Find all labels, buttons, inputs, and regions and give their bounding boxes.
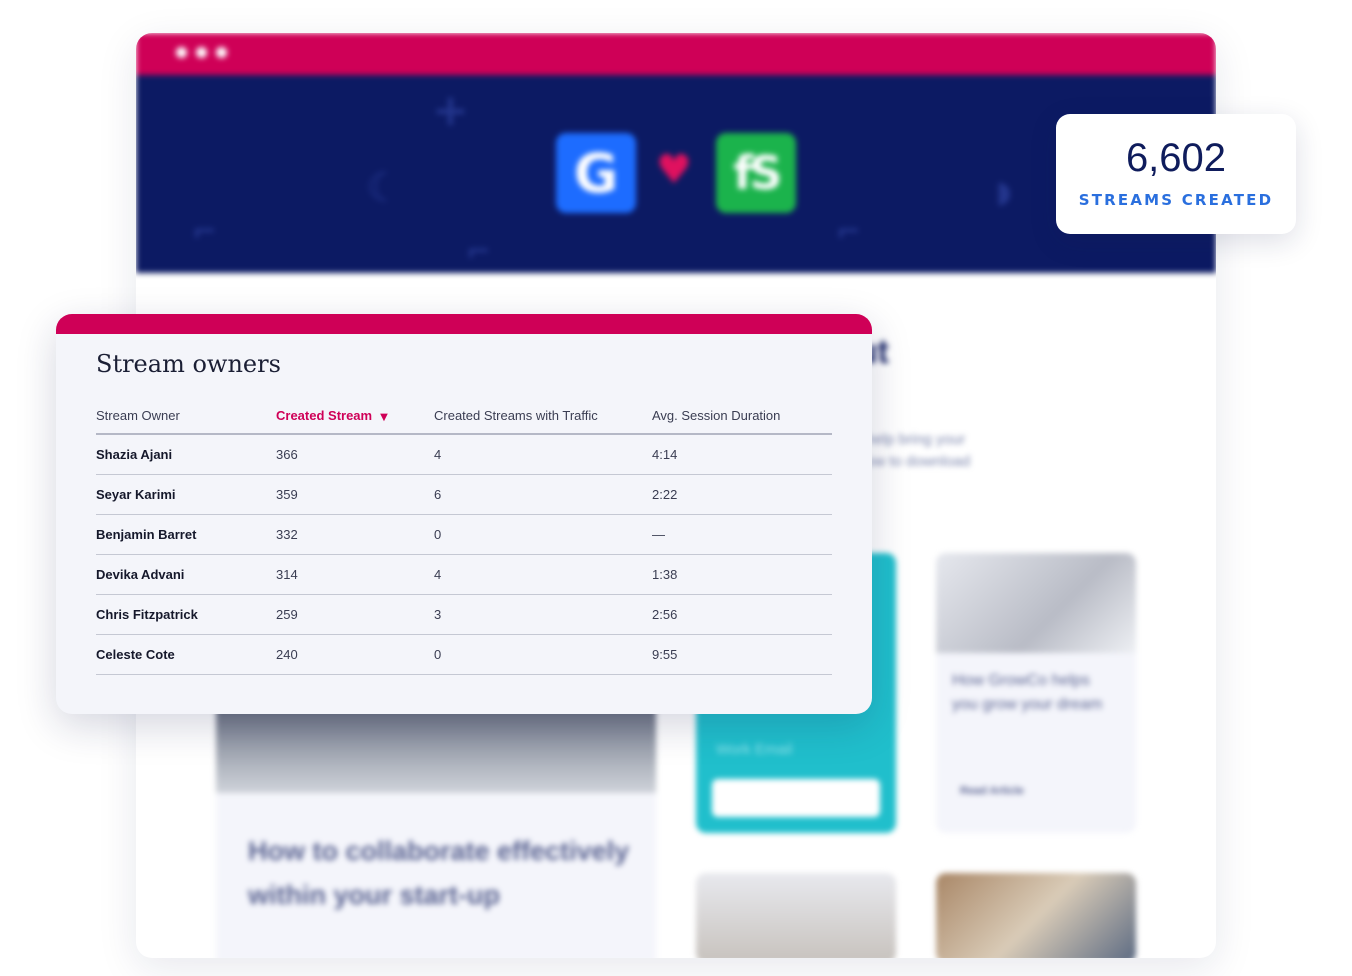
session-duration: 2:56 [652,607,678,622]
stream-owners-table: Stream Owner Created Stream ▼ Created Str… [96,398,832,675]
streams-created-value: 6,602 [1125,136,1227,180]
created-count: 359 [276,487,298,502]
plus-decoration-icon: + [432,85,469,136]
stage: + ☾ ⌐ ⌐ ⌐ ◗ G ♥ fS out help bring your o… [0,0,1352,976]
background-subtext: help bring your ow to download [866,431,971,470]
session-duration: 4:14 [652,447,678,462]
traffic-count: 6 [434,487,442,502]
heart-icon: ♥ [656,147,692,193]
session-duration: 1:38 [652,567,678,582]
g-logo-icon: G [556,133,636,213]
window-dots [176,47,227,58]
table-header: Stream Owner Created Stream ▼ Created Str… [96,398,832,435]
traffic-count: 0 [434,527,442,542]
column-header-duration[interactable]: Avg. Session Duration [652,408,832,423]
zigzag-decoration-icon: ⌐ [466,235,492,270]
owner-name: Shazia Ajani [96,447,173,462]
table-row[interactable]: Celeste Cote 240 0 9:55 [96,635,832,675]
window-titlebar [136,33,1216,75]
article-title: How to collaborate effectively within yo… [248,836,630,910]
owner-name: Celeste Cote [96,647,175,662]
panel-title: Stream owners [96,350,281,378]
email-field-label: Work Email [716,741,793,758]
column-header-traffic[interactable]: Created Streams with Traffic [434,408,652,423]
moon-decoration-icon: ☾ [366,165,402,211]
column-header-created[interactable]: Created Stream ▼ [276,408,434,423]
owner-name: Devika Advani [96,567,185,582]
table-row[interactable]: Seyar Karimi 359 6 2:22 [96,475,832,515]
email-field[interactable] [712,779,880,817]
fs-logo-icon: fS [716,133,796,213]
article-photo [696,873,896,958]
session-duration: 9:55 [652,647,678,662]
owner-name: Chris Fitzpatrick [96,607,198,622]
traffic-count: 4 [434,447,442,462]
article-title: How GrowCo helps you grow your dream [952,672,1103,713]
sort-down-icon: ▼ [380,412,388,423]
created-count: 259 [276,607,298,622]
traffic-count: 4 [434,567,442,582]
zigzag-decoration-icon: ⌐ [836,215,862,250]
created-count: 240 [276,647,298,662]
traffic-count: 3 [434,607,442,622]
owner-name: Seyar Karimi [96,487,176,502]
created-count: 314 [276,567,298,582]
window-dot [196,47,207,58]
article-card-small[interactable]: How GrowCo helps you grow your dream Rea… [936,553,1136,833]
streams-created-label: STREAMS CREATED [1078,191,1274,209]
session-duration: 2:22 [652,487,678,502]
created-count: 332 [276,527,298,542]
traffic-count: 0 [434,647,442,662]
table-row[interactable]: Chris Fitzpatrick 259 3 2:56 [96,595,832,635]
zigzag-decoration-icon: ⌐ [192,215,218,250]
table-row[interactable]: Devika Advani 314 4 1:38 [96,555,832,595]
session-duration: — [652,527,665,542]
table-row[interactable]: Shazia Ajani 366 4 4:14 [96,435,832,475]
table-row[interactable]: Benjamin Barret 332 0 — [96,515,832,555]
read-article-link[interactable]: Read Article [960,785,1024,797]
hero-banner: + ☾ ⌐ ⌐ ⌐ ◗ G ♥ fS [136,75,1216,273]
half-circle-decoration-icon: ◗ [996,175,1012,210]
owner-name: Benjamin Barret [96,527,197,542]
window-dot [176,47,187,58]
stream-owners-panel: Stream owners Stream Owner Created Strea… [56,314,872,714]
window-dot [216,47,227,58]
streams-created-card: 6,602 STREAMS CREATED [1056,114,1296,234]
created-count: 366 [276,447,298,462]
article-photo [936,553,1136,653]
article-photo [936,873,1136,958]
column-header-owner[interactable]: Stream Owner [96,408,276,423]
panel-accent-bar [56,314,872,334]
